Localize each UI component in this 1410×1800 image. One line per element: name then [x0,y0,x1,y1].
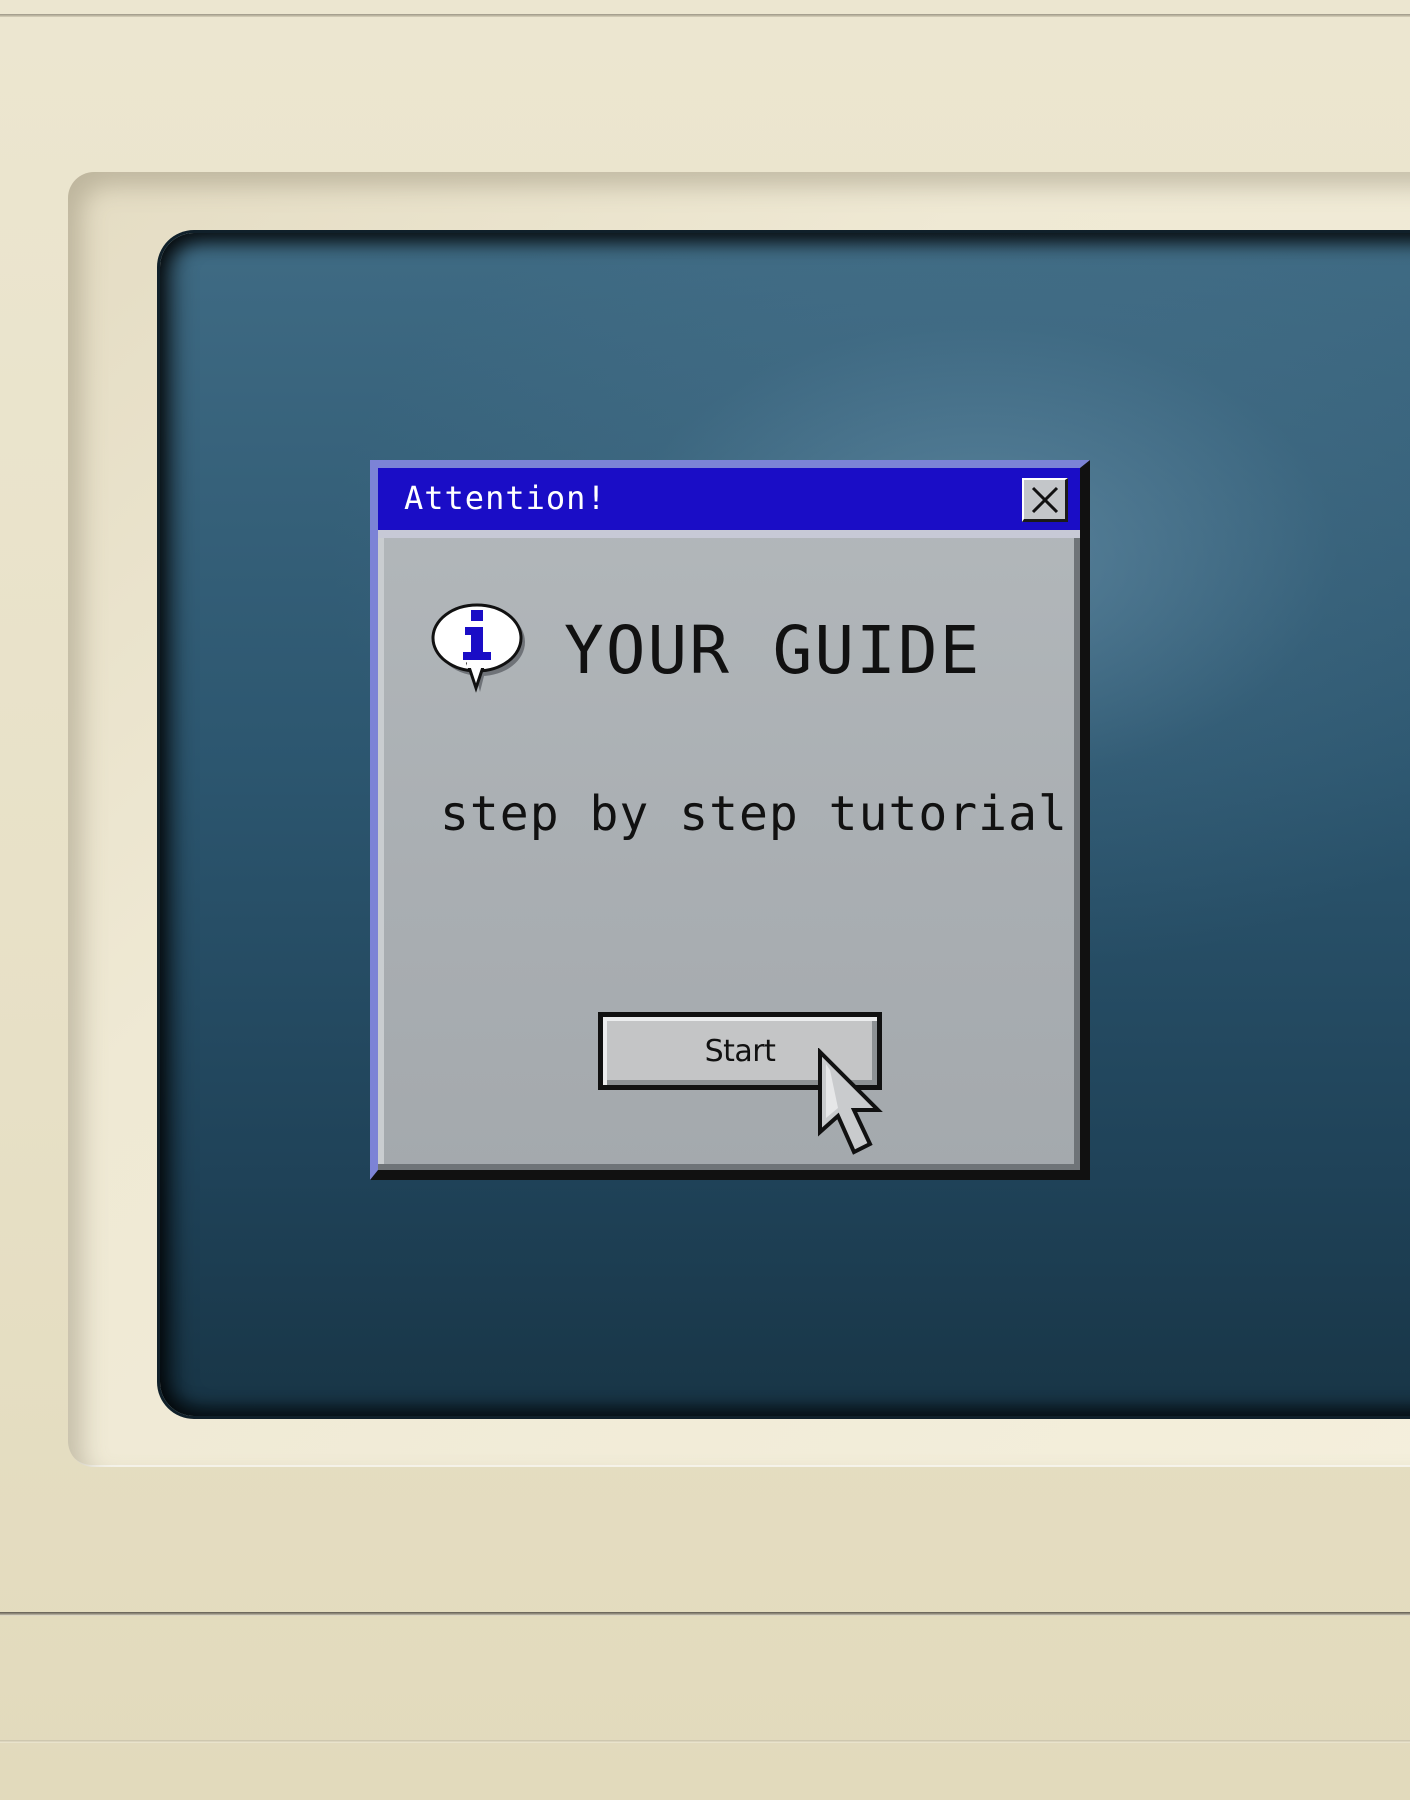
housing-seam-bottom [0,1612,1410,1616]
dialog-titlebar[interactable]: Attention! [378,468,1080,538]
housing-seam-lower [0,1740,1410,1743]
mouse-pointer-icon [818,1048,883,1155]
close-button[interactable] [1022,478,1068,522]
housing-seam-top [0,14,1410,17]
info-speech-bubble-icon [431,603,525,693]
close-icon [1031,486,1058,513]
attention-dialog: Attention! YOUR GUIDE step by step tutor… [370,460,1090,1180]
guide-heading: YOUR GUIDE [564,612,982,689]
dialog-title: Attention! [404,479,607,517]
guide-subtitle: step by step tutorial [440,786,1068,842]
